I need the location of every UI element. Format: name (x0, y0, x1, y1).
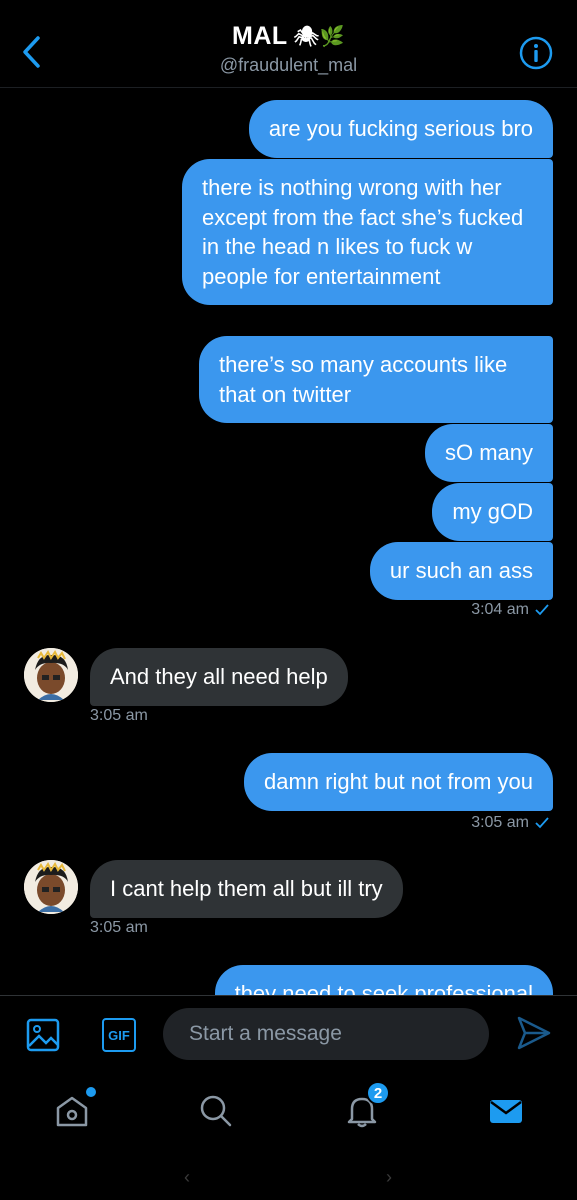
info-button[interactable] (519, 36, 553, 70)
timestamp-text: 3:05 am (90, 707, 148, 724)
mail-icon (490, 1100, 522, 1123)
message-composer: GIF (0, 995, 577, 1073)
check-icon (535, 817, 549, 829)
timestamp-text: 3:05 am (471, 814, 529, 831)
avatar-image (24, 860, 78, 914)
incoming-message[interactable]: I cant help them all but ill try (90, 860, 403, 918)
info-icon (519, 36, 553, 70)
avatar[interactable] (24, 860, 78, 914)
conversation-header: MAL 🕷🌿 @fraudulent_mal (0, 0, 577, 88)
timestamp-text: 3:05 am (90, 919, 148, 936)
outgoing-message[interactable]: are you fucking serious bro (248, 100, 553, 158)
avatar[interactable] (24, 648, 78, 702)
system-forward-icon[interactable]: › (386, 1167, 392, 1188)
message-timestamp: 3:05 am (90, 707, 148, 725)
outgoing-message[interactable]: they need to seek professional (214, 965, 553, 995)
gif-button[interactable]: GIF (102, 1018, 136, 1052)
system-back-icon[interactable]: ‹ (184, 1167, 190, 1188)
nav-notifications[interactable]: 2 (342, 1081, 390, 1131)
send-icon (517, 1016, 551, 1050)
nav-messages[interactable] (486, 1091, 526, 1131)
nav-home[interactable] (52, 1087, 96, 1131)
title-emoji: 🕷🌿 (293, 26, 345, 48)
nav-search[interactable] (196, 1091, 236, 1131)
check-icon (535, 604, 549, 616)
notifications-badge: 2 (366, 1081, 390, 1105)
image-button[interactable] (26, 1018, 60, 1052)
gif-icon: GIF (108, 1027, 130, 1043)
outgoing-message[interactable]: there is nothing wrong with her except f… (182, 159, 553, 305)
message-timestamp: 3:04 am (471, 601, 549, 619)
image-icon (26, 1018, 60, 1052)
avatar-image (24, 648, 78, 702)
system-navigation-bar: ‹ › (0, 1157, 577, 1200)
message-timestamp: 3:05 am (90, 919, 148, 937)
message-thread[interactable]: are you fucking serious bro there is not… (0, 88, 577, 995)
search-icon (200, 1095, 232, 1127)
outgoing-message[interactable]: ur such an ass (369, 542, 553, 600)
incoming-message[interactable]: And they all need help (90, 648, 348, 706)
conversation-title-block[interactable]: MAL 🕷🌿 @fraudulent_mal (0, 22, 577, 76)
conversation-title: MAL 🕷🌿 (232, 22, 345, 51)
outgoing-message[interactable]: sO many (424, 424, 553, 482)
bottom-navigation: 2 (0, 1073, 577, 1157)
outgoing-message[interactable]: damn right but not from you (243, 753, 553, 811)
message-timestamp: 3:05 am (471, 814, 549, 832)
timestamp-text: 3:04 am (471, 601, 529, 618)
send-button[interactable] (515, 1014, 553, 1052)
contact-name: MAL (232, 22, 288, 50)
outgoing-message[interactable]: my gOD (432, 483, 553, 541)
home-new-dot (86, 1087, 96, 1097)
home-icon (56, 1096, 88, 1127)
outgoing-message[interactable]: there’s so many accounts like that on tw… (199, 336, 553, 423)
contact-handle: @fraudulent_mal (219, 55, 358, 75)
message-input[interactable] (163, 1008, 489, 1060)
